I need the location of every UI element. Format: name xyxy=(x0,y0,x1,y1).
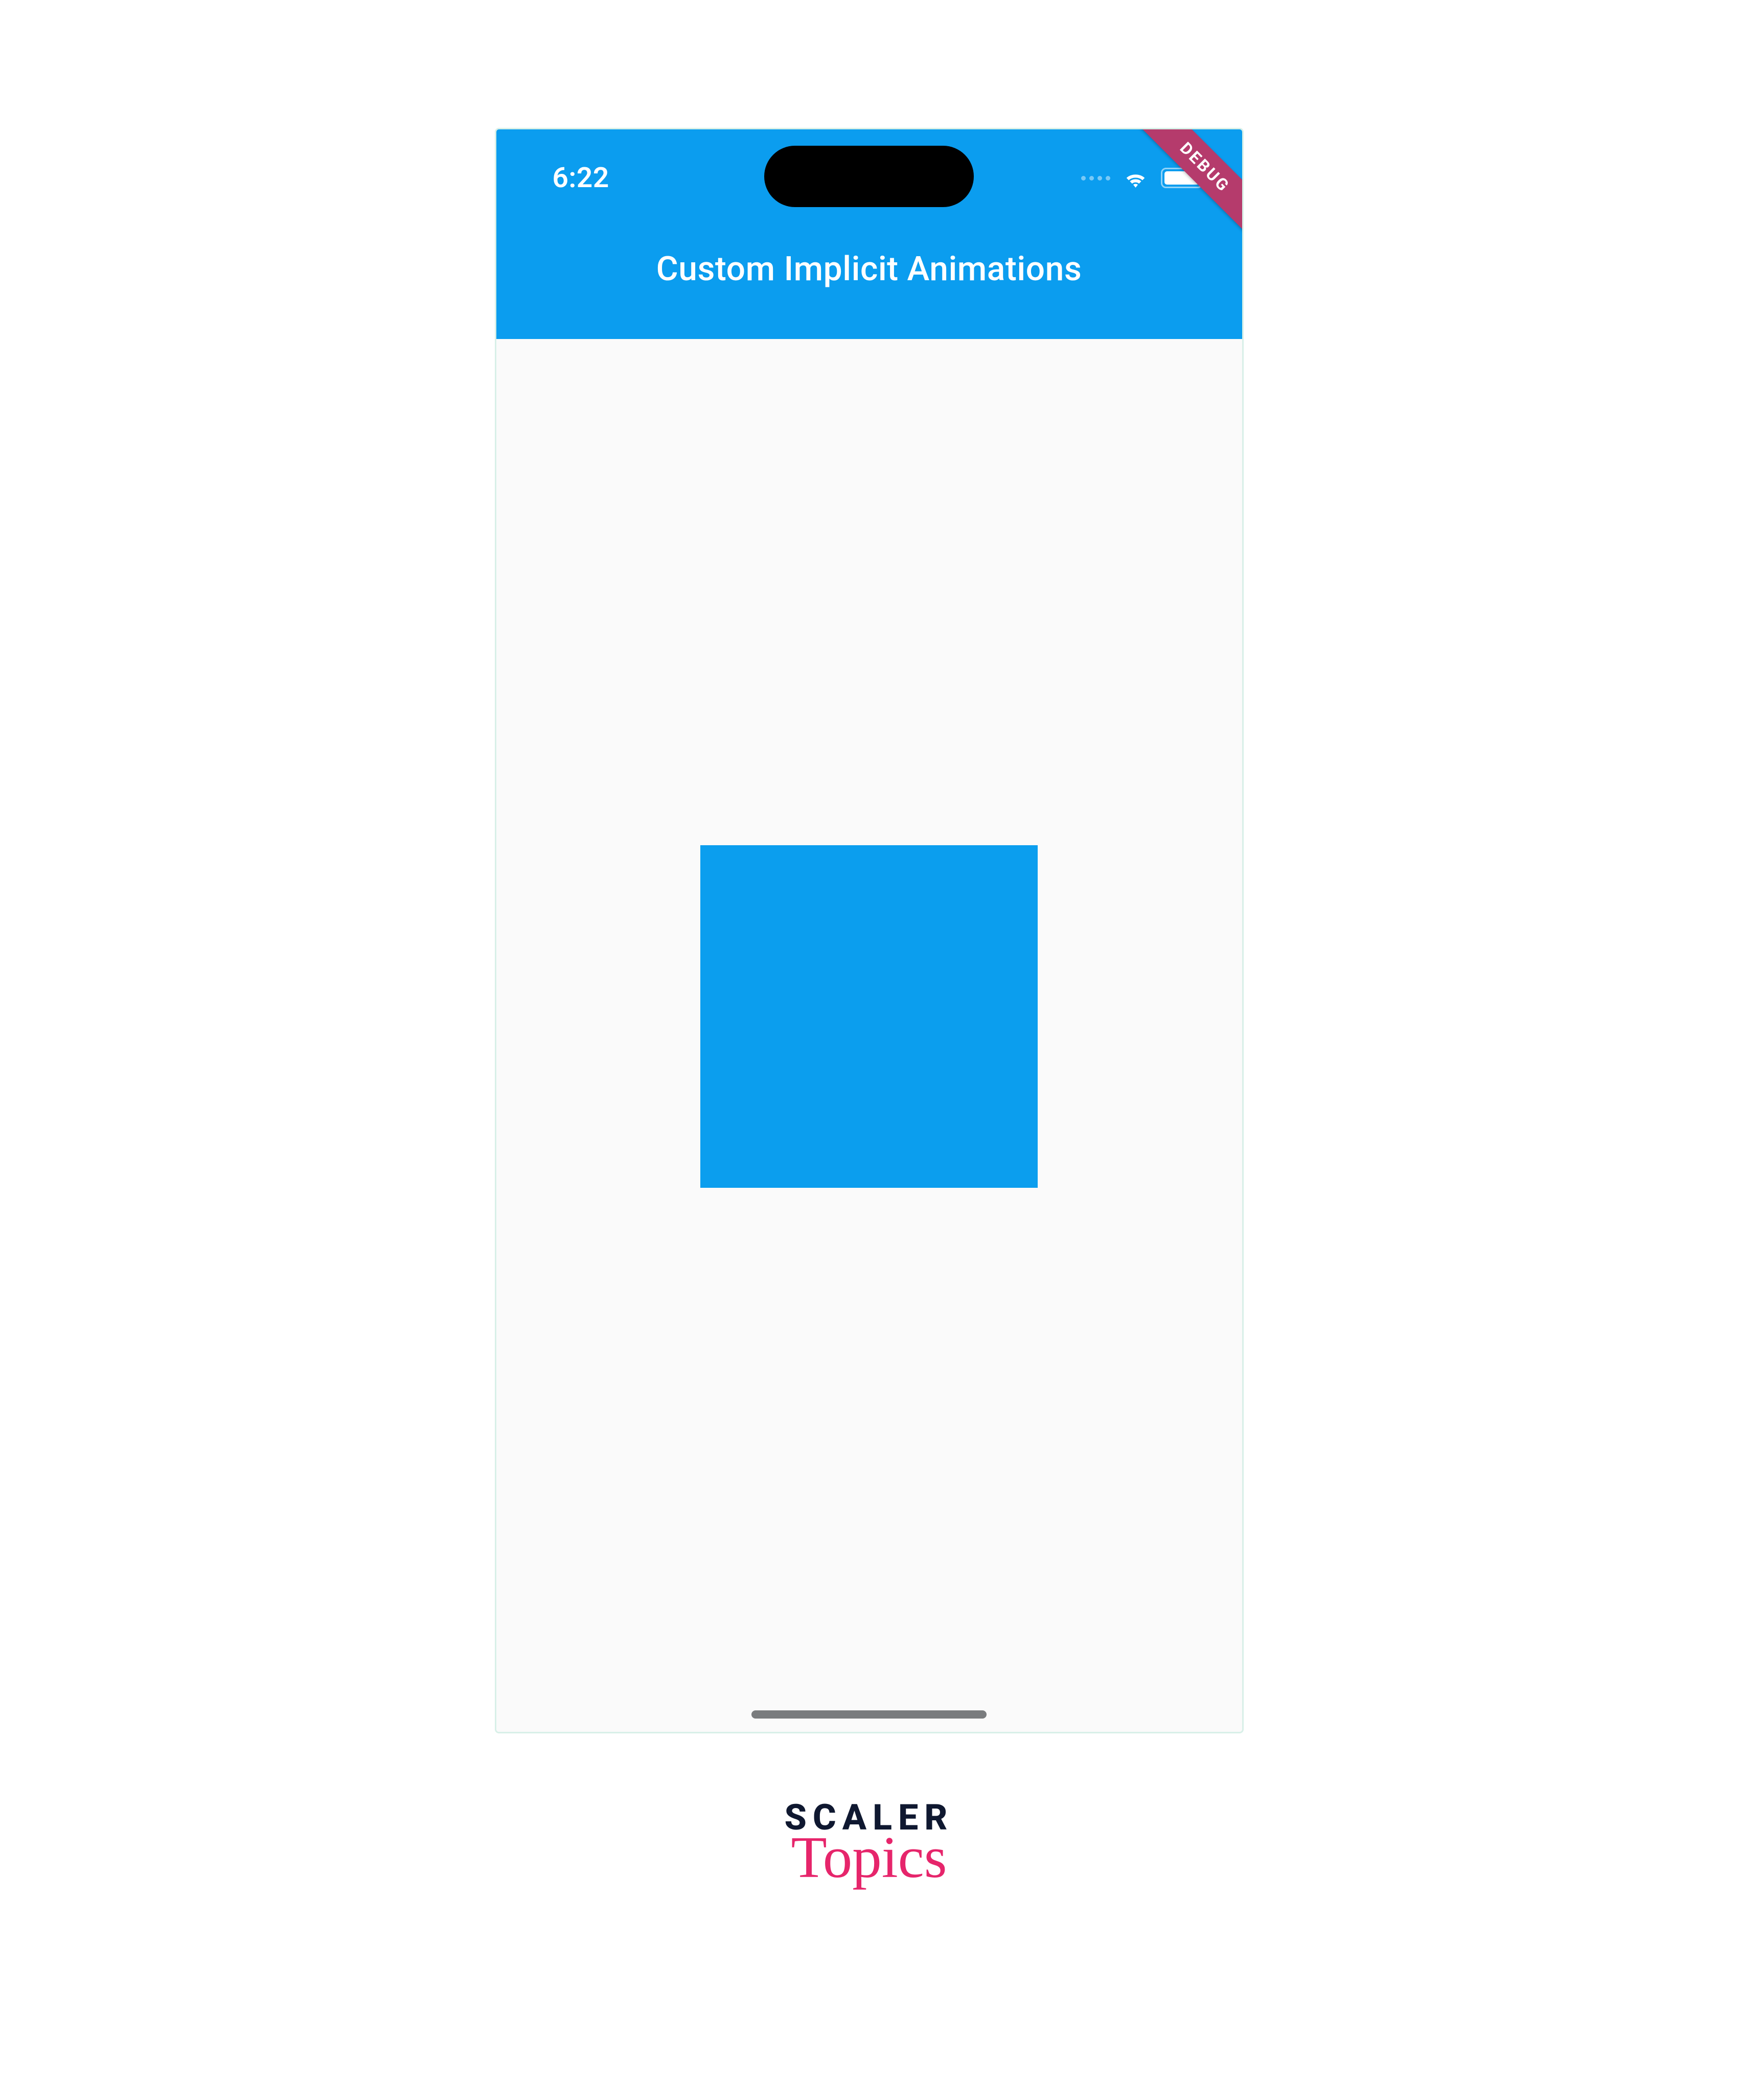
brand-line2: Topics xyxy=(784,1833,953,1883)
home-indicator[interactable] xyxy=(751,1710,987,1719)
scaffold-body xyxy=(496,339,1242,1732)
dynamic-island xyxy=(764,146,974,207)
status-bar: 6:22 xyxy=(496,129,1242,209)
top-bar: 6:22 xyxy=(496,129,1242,339)
animated-box[interactable] xyxy=(700,845,1038,1188)
app-bar-title: Custom Implicit Animations xyxy=(496,250,1242,289)
brand-logo: SCALER Topics xyxy=(784,1800,953,1883)
device-frame: 6:22 xyxy=(495,128,1244,1733)
cellular-signal-icon xyxy=(1081,176,1110,180)
status-time: 6:22 xyxy=(553,162,609,194)
wifi-icon xyxy=(1122,168,1150,188)
